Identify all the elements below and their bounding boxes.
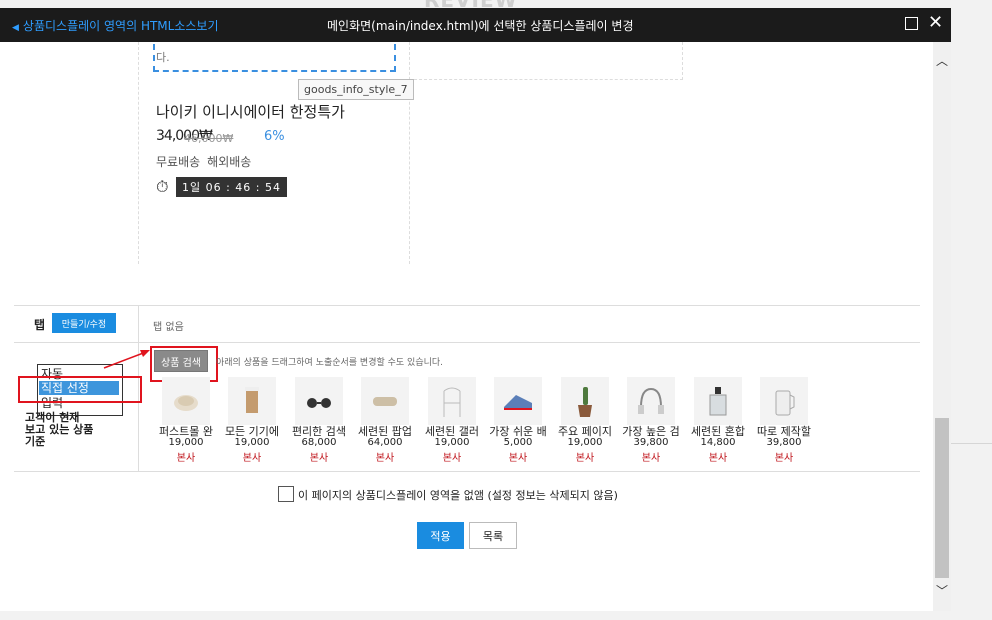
goods-shipping: 무료배송 해외배송 xyxy=(156,153,258,170)
list-button[interactable]: 목록 xyxy=(469,522,517,549)
product-store: 본사 xyxy=(774,453,794,464)
remove-display-checkbox[interactable] xyxy=(278,486,294,502)
product-thumbnail xyxy=(760,377,808,425)
goods-original-price: 46,000₩ xyxy=(184,132,234,145)
product-price: 39,800 xyxy=(766,437,802,448)
product-price: 19,000 xyxy=(434,437,470,448)
product-store: 본사 xyxy=(242,453,262,464)
product-store: 본사 xyxy=(309,453,329,464)
vertical-scrollbar[interactable]: ︿ ﹀ xyxy=(933,42,951,611)
chevron-down-icon[interactable]: ﹀ xyxy=(936,582,948,599)
product-store: 본사 xyxy=(708,453,728,464)
product-thumbnail xyxy=(428,377,476,425)
product-price: 14,800 xyxy=(700,437,736,448)
dialog-title: 메인화면(main/index.html)에 선택한 상품디스플레이 변경 xyxy=(327,19,634,33)
countdown-timer: 1일 06 : 46 : 54 xyxy=(176,177,288,197)
apply-button[interactable]: 적용 xyxy=(417,522,464,549)
tab-value: 탭 없음 xyxy=(153,322,184,333)
criteria-label: 고객이 현재 보고 있는 상품 기준 xyxy=(25,411,94,448)
remove-display-label: 이 페이지의 상품디스플레이 영역을 없앰 (설정 정보는 삭제되지 않음) xyxy=(298,489,618,502)
product-thumbnail xyxy=(228,377,276,425)
product-thumbnail xyxy=(627,377,675,425)
product-price: 19,000 xyxy=(567,437,603,448)
shipping-tag: 무료배송 xyxy=(156,155,201,169)
dialog-titlebar: ◀ 상품디스플레이 영역의 HTML소스보기 메인화면(main/index.ht… xyxy=(0,8,951,42)
scrollbar-thumb[interactable] xyxy=(935,418,949,578)
product-thumbnail xyxy=(162,377,210,425)
product-store: 본사 xyxy=(575,453,595,464)
highlight-box-option xyxy=(18,376,142,403)
preview-grid-line xyxy=(409,42,410,264)
triangle-left-icon: ◀ xyxy=(12,23,19,33)
selected-preview-box[interactable] xyxy=(153,42,396,72)
product-price: 68,000 xyxy=(301,437,337,448)
stopwatch-icon: ⏱ xyxy=(156,177,169,196)
product-store: 본사 xyxy=(641,453,661,464)
maximize-icon[interactable] xyxy=(905,17,918,30)
product-store: 본사 xyxy=(442,453,462,464)
chevron-up-icon[interactable]: ︿ xyxy=(936,52,948,69)
tab-row-label: 탭 xyxy=(34,318,46,332)
product-price: 39,800 xyxy=(633,437,669,448)
goods-name: 나이키 이니시에이터 한정특가 xyxy=(156,103,345,121)
close-icon[interactable]: ✕ xyxy=(928,12,943,33)
product-thumbnail xyxy=(361,377,409,425)
tab-edit-button[interactable]: 만들기/수정 xyxy=(52,313,116,333)
product-price: 5,000 xyxy=(503,437,533,448)
dialog-content: 다. goods_info_style_7 나이키 이니시에이터 한정특가 34… xyxy=(0,42,933,611)
product-thumbnail xyxy=(494,377,542,425)
background-divider xyxy=(950,443,992,444)
row-divider xyxy=(14,305,920,306)
preview-grid-line xyxy=(138,42,139,264)
style-tooltip: goods_info_style_7 xyxy=(298,79,414,100)
product-store: 본사 xyxy=(176,453,196,464)
preview-grid-line xyxy=(409,79,683,80)
goods-discount-rate: 6% xyxy=(264,129,285,144)
product-price: 64,000 xyxy=(367,437,403,448)
product-price: 19,000 xyxy=(234,437,270,448)
product-price: 19,000 xyxy=(168,437,204,448)
preview-grid-line xyxy=(682,42,683,80)
preview-box-text: 다. xyxy=(156,51,170,64)
product-thumbnail xyxy=(694,377,742,425)
product-store: 본사 xyxy=(375,453,395,464)
product-store: 본사 xyxy=(508,453,528,464)
drag-hint: 아래의 상품을 드래그하여 노출순서를 변경할 수도 있습니다. xyxy=(216,358,444,368)
shipping-tag: 해외배송 xyxy=(207,155,252,169)
row-divider xyxy=(14,471,920,472)
product-thumbnail xyxy=(561,377,609,425)
product-thumbnail xyxy=(295,377,343,425)
html-source-link[interactable]: ◀ 상품디스플레이 영역의 HTML소스보기 xyxy=(12,17,219,34)
